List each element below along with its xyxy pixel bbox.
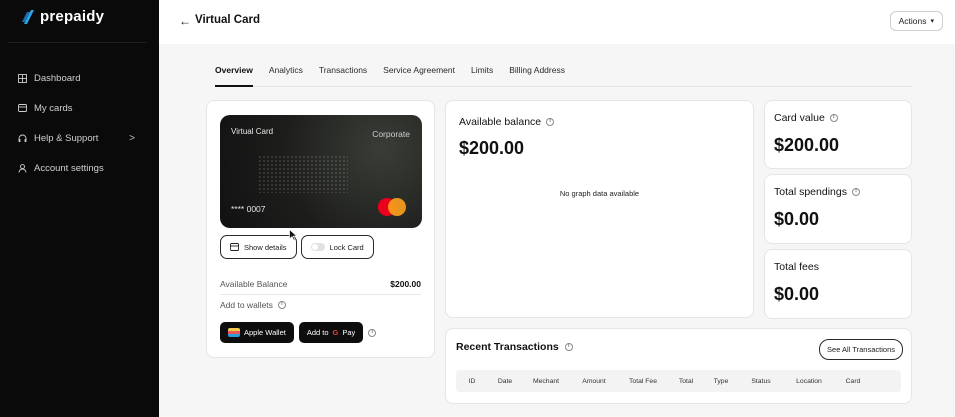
- info-icon[interactable]: i: [546, 118, 555, 126]
- card-panel: Virtual Card Corporate **** 0007 Show de…: [206, 100, 435, 358]
- card-name: Virtual Card: [231, 127, 274, 136]
- google-pay-button[interactable]: Add to G Pay: [298, 322, 364, 343]
- column-header[interactable]: Type: [704, 378, 738, 385]
- info-icon[interactable]: i: [851, 188, 860, 196]
- no-graph-data-message: No graph data available: [559, 189, 640, 198]
- info-icon[interactable]: i: [277, 301, 286, 309]
- available-balance-label: Available Balance: [220, 278, 288, 289]
- total-fees-panel: Total fees $0.00: [764, 249, 912, 319]
- total-spendings-title-text: Total spendings: [774, 186, 847, 198]
- see-all-transactions-button[interactable]: See All Transactions: [819, 339, 903, 360]
- sidebar-nav: Dashboard My cards Help & Support > Acco…: [0, 68, 159, 188]
- total-spendings-panel: Total spendings i $0.00: [764, 174, 912, 244]
- column-header[interactable]: Date: [488, 378, 522, 385]
- headset-icon: [18, 134, 27, 143]
- card-value-amount: $200.00: [774, 135, 840, 155]
- back-arrow-icon[interactable]: ←: [179, 14, 191, 28]
- card-value-title: Card value i: [774, 112, 838, 124]
- column-header[interactable]: Location: [784, 378, 834, 385]
- column-header[interactable]: Mechant: [522, 378, 570, 385]
- wallet-icon: [228, 328, 240, 337]
- gpay-suffix: Pay: [342, 328, 356, 337]
- caret-down-icon: ▾: [930, 18, 934, 25]
- card-number: **** 0007: [231, 204, 266, 214]
- column-header[interactable]: Amount: [570, 378, 618, 385]
- tab-transactions[interactable]: Transactions: [319, 60, 367, 87]
- total-spendings-title: Total spendings i: [774, 186, 860, 198]
- brand-logo[interactable]: prepaidy: [22, 8, 104, 25]
- show-details-label: Show details: [244, 242, 287, 252]
- page-title: Virtual Card: [195, 14, 260, 26]
- lock-card-toggle[interactable]: Lock Card: [300, 235, 374, 259]
- logo-icon: [22, 9, 34, 24]
- transactions-table-header: ID Date Mechant Amount Total Fee Total T…: [456, 370, 901, 392]
- mastercard-logo-icon: [378, 198, 406, 216]
- tab-billing-address[interactable]: Billing Address: [509, 60, 565, 87]
- google-g-icon: G: [332, 328, 339, 337]
- virtual-card-visual: Virtual Card Corporate **** 0007: [220, 115, 422, 228]
- gpay-prefix: Add to: [306, 328, 329, 337]
- column-header[interactable]: Card: [834, 378, 872, 385]
- column-header[interactable]: Total Fee: [618, 378, 668, 385]
- column-header[interactable]: ID: [456, 378, 488, 385]
- sidebar-item-label: Help & Support: [34, 132, 99, 144]
- sidebar-item-account-settings[interactable]: Account settings: [0, 158, 159, 178]
- sidebar-item-label: Account settings: [34, 162, 104, 174]
- card-pattern: [258, 155, 348, 193]
- card-type: Corporate: [372, 129, 410, 139]
- top-bar: ← Virtual Card Actions ▾: [159, 0, 955, 44]
- card-value-title-text: Card value: [774, 112, 825, 124]
- mouse-cursor-icon: [289, 229, 298, 241]
- add-to-wallets-text: Add to wallets: [220, 300, 273, 310]
- available-balance-panel: Available balance i $200.00 No graph dat…: [445, 100, 754, 318]
- wallet-buttons: Apple Wallet Add to G Pay i: [220, 322, 377, 343]
- sidebar-item-label: My cards: [34, 102, 73, 114]
- tab-overview[interactable]: Overview: [215, 60, 253, 87]
- available-balance-value: $200.00: [390, 278, 421, 289]
- column-header[interactable]: Total: [668, 378, 704, 385]
- actions-dropdown[interactable]: Actions ▾: [889, 11, 943, 31]
- lock-card-label: Lock Card: [329, 242, 364, 252]
- column-header[interactable]: Status: [738, 378, 784, 385]
- sidebar-item-label: Dashboard: [34, 72, 81, 84]
- total-fees-title: Total fees: [774, 261, 819, 273]
- toggle-switch[interactable]: [310, 243, 325, 251]
- balance-title: Available balance i: [459, 116, 555, 128]
- total-spendings-amount: $0.00: [774, 209, 820, 229]
- show-details-button[interactable]: Show details: [220, 235, 297, 259]
- recent-transactions-panel: Recent Transactions i See All Transactio…: [445, 328, 912, 404]
- user-icon: [18, 163, 27, 173]
- chevron-right-icon: >: [129, 132, 135, 144]
- available-balance-row: Available Balance $200.00: [220, 273, 421, 295]
- total-fees-amount: $0.00: [774, 284, 820, 304]
- sidebar: prepaidy Dashboard My cards Help & Suppo…: [0, 0, 159, 417]
- tab-bar: Overview Analytics Transactions Service …: [215, 60, 912, 87]
- card-icon: [18, 104, 27, 113]
- balance-title-text: Available balance: [459, 116, 542, 128]
- card-icon: [230, 243, 239, 251]
- info-icon[interactable]: i: [829, 114, 838, 122]
- info-icon[interactable]: i: [564, 343, 573, 351]
- grid-icon: [18, 73, 27, 83]
- sidebar-divider: [8, 42, 147, 43]
- recent-transactions-title-text: Recent Transactions: [456, 341, 559, 353]
- tab-analytics[interactable]: Analytics: [269, 60, 303, 87]
- sidebar-item-my-cards[interactable]: My cards: [0, 98, 159, 118]
- tab-service-agreement[interactable]: Service Agreement: [383, 60, 455, 87]
- add-to-wallets-label: Add to wallets i: [220, 300, 286, 310]
- apple-wallet-label: Apple Wallet: [244, 328, 286, 337]
- recent-transactions-title: Recent Transactions i: [456, 341, 573, 353]
- apple-wallet-button[interactable]: Apple Wallet: [220, 322, 294, 343]
- brand-name: prepaidy: [40, 8, 105, 25]
- sidebar-item-dashboard[interactable]: Dashboard: [0, 68, 159, 88]
- sidebar-item-help-support[interactable]: Help & Support >: [0, 128, 159, 148]
- balance-amount: $200.00: [459, 138, 525, 158]
- actions-label: Actions: [898, 16, 927, 26]
- total-fees-title-text: Total fees: [774, 261, 819, 273]
- info-icon[interactable]: i: [368, 328, 377, 337]
- tab-limits[interactable]: Limits: [471, 60, 493, 87]
- card-value-panel: Card value i $200.00: [764, 100, 912, 169]
